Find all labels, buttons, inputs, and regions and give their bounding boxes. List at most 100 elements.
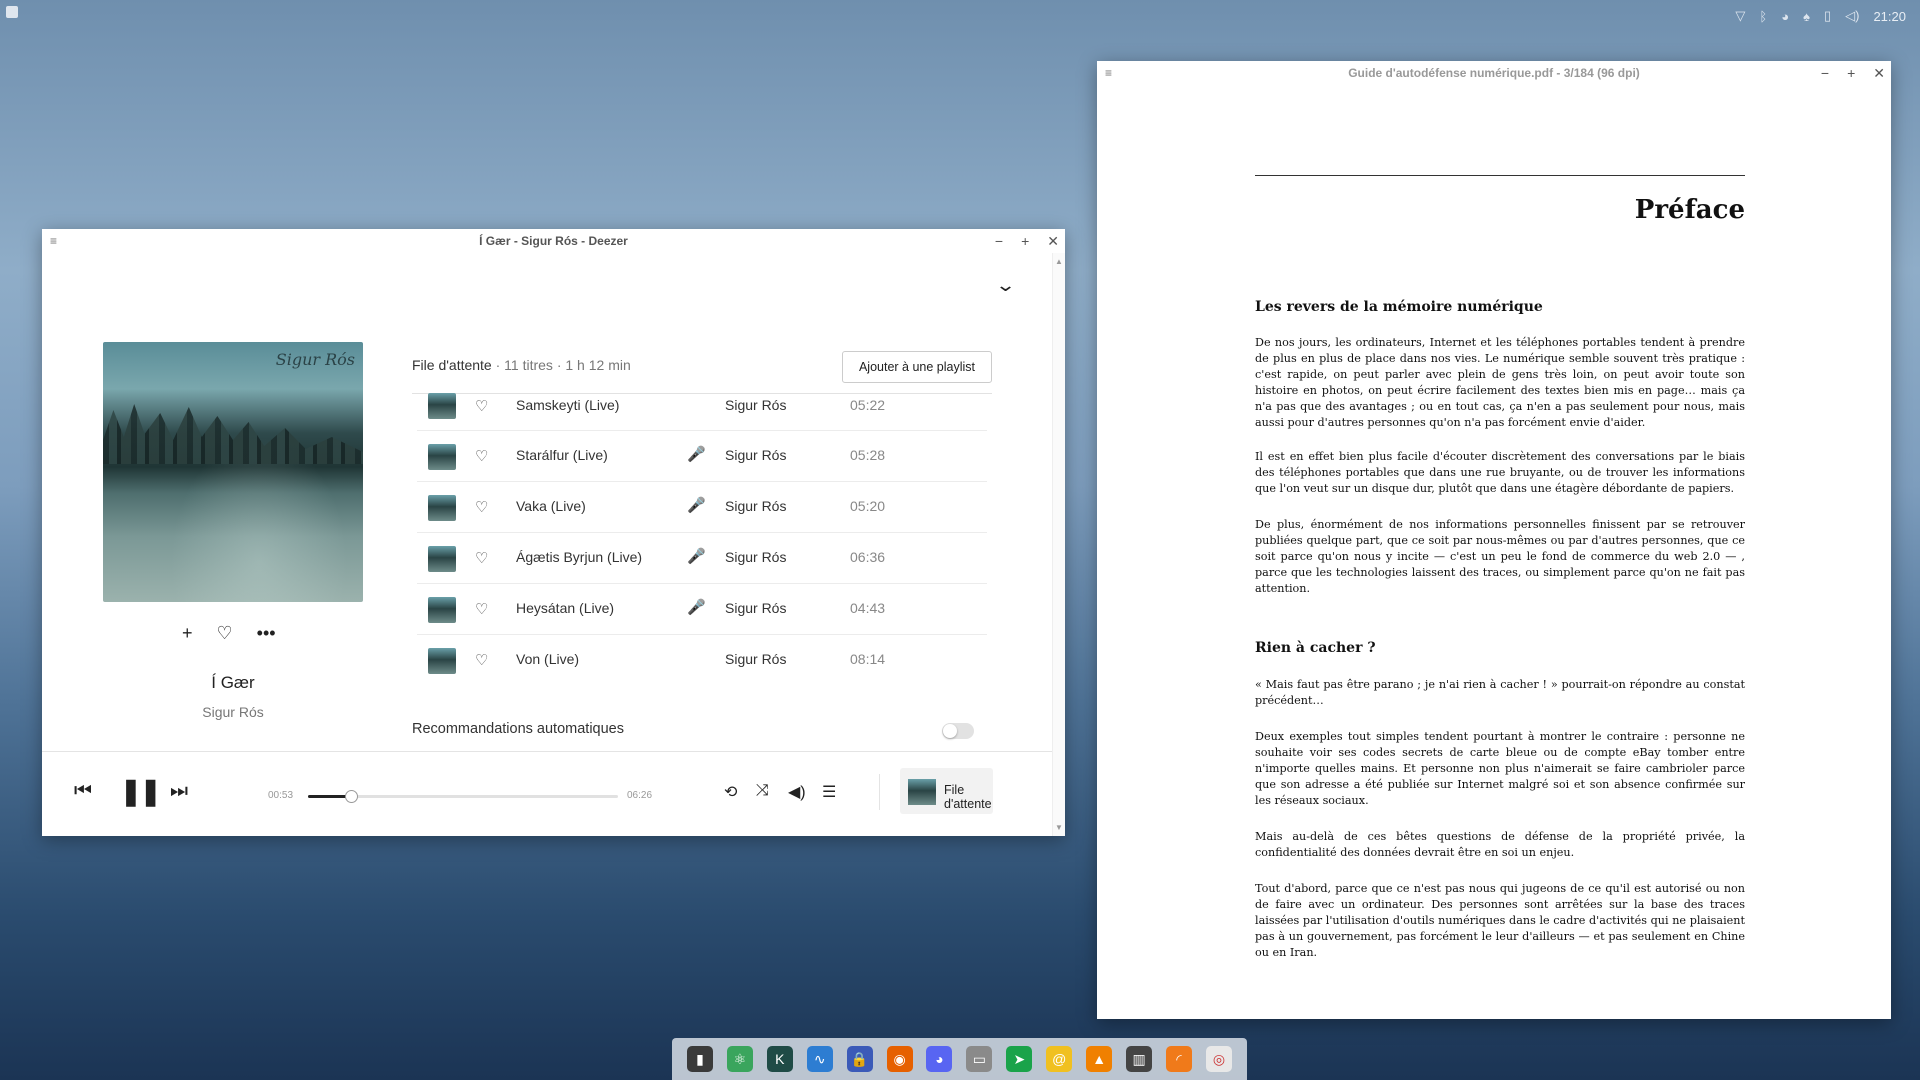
app-menu-icon[interactable] bbox=[6, 6, 18, 18]
minimize-button[interactable]: − bbox=[995, 229, 1003, 253]
queue-button[interactable]: File d'attente bbox=[900, 768, 993, 814]
deezer-titlebar[interactable]: ≡ Í Gær - Sigur Rós - Deezer − + ✕ bbox=[42, 229, 1065, 253]
favorite-heart-icon[interactable]: ♡ bbox=[475, 651, 488, 669]
files-icon[interactable]: ▭ bbox=[966, 1046, 993, 1072]
track-row[interactable]: ♡ Starálfur (Live) 🎤 Sigur Rós 05:28 bbox=[417, 431, 987, 482]
queue-meta: · 11 titres · 1 h 12 min bbox=[491, 357, 631, 373]
scrollbar[interactable]: ▲ ▼ bbox=[1052, 253, 1065, 836]
favorite-heart-icon[interactable]: ♡ bbox=[475, 498, 488, 516]
track-duration: 06:36 bbox=[850, 549, 886, 565]
total-time: 06:26 bbox=[627, 790, 653, 801]
track-duration: 08:14 bbox=[850, 651, 886, 667]
track-row[interactable]: ♡ Von (Live) Sigur Rós 08:14 bbox=[417, 635, 987, 686]
track-artist[interactable]: Sigur Rós bbox=[725, 549, 786, 565]
mail-icon[interactable]: @ bbox=[1046, 1046, 1073, 1072]
progress-handle[interactable] bbox=[345, 790, 359, 803]
track-thumbnail bbox=[428, 648, 456, 674]
atom-icon[interactable]: ⚛ bbox=[726, 1046, 753, 1072]
track-artist[interactable]: Sigur Rós bbox=[725, 498, 786, 514]
lock-icon[interactable]: 🔒 bbox=[846, 1046, 873, 1072]
scroll-up-icon[interactable]: ▲ bbox=[1055, 257, 1063, 266]
favorite-heart-icon[interactable]: ♡ bbox=[475, 549, 488, 567]
code-editor-icon[interactable]: K bbox=[766, 1046, 793, 1072]
more-options-icon[interactable]: ••• bbox=[257, 623, 276, 644]
lyrics-mic-icon[interactable]: 🎤 bbox=[687, 598, 706, 616]
equalizer-settings-icon[interactable]: ☰ bbox=[822, 782, 836, 802]
top-panel: ▽ ᛒ ◕ ♠ ▯ ◁) 21:20 bbox=[0, 0, 1920, 32]
track-artist[interactable]: Sigur Rós bbox=[725, 600, 786, 616]
recommendations-label: Recommandations automatiques bbox=[412, 721, 624, 737]
album-artist[interactable]: Sigur Rós bbox=[103, 704, 363, 720]
track-row[interactable]: ♡ Heysátan (Live) 🎤 Sigur Rós 04:43 bbox=[417, 584, 987, 635]
track-title[interactable]: Ágætis Byrjun (Live) bbox=[516, 549, 642, 565]
window-menu-icon[interactable]: ≡ bbox=[50, 229, 57, 253]
track-row[interactable]: ♡ Ágætis Byrjun (Live) 🎤 Sigur Rós 06:36 bbox=[417, 533, 987, 584]
dock: ▮ ⚛ K ∿ 🔒 ◉ ◕ ▭ ➤ @ ▲ ▥ ◜ ◎ bbox=[672, 1038, 1247, 1080]
rss-icon[interactable]: ◜ bbox=[1166, 1046, 1193, 1072]
track-artist[interactable]: Sigur Rós bbox=[725, 651, 786, 667]
audio-icon[interactable]: ∿ bbox=[806, 1046, 833, 1072]
window-title: Í Gær - Sigur Rós - Deezer bbox=[479, 234, 628, 248]
next-track-icon[interactable]: ⏭ bbox=[170, 780, 188, 803]
equalizer-icon[interactable]: ▥ bbox=[1126, 1046, 1153, 1072]
favorite-heart-icon[interactable]: ♡ bbox=[217, 623, 233, 644]
track-row[interactable]: ♡ Samskeyti (Live) Sigur Rós 05:22 bbox=[417, 393, 987, 431]
favorite-heart-icon[interactable]: ♡ bbox=[475, 600, 488, 618]
telegram-icon[interactable]: ➤ bbox=[1006, 1046, 1033, 1072]
discord-tray-icon[interactable]: ◕ bbox=[1781, 9, 1789, 24]
pause-icon[interactable]: ❚❚ bbox=[120, 776, 162, 807]
track-title[interactable]: Vaka (Live) bbox=[516, 498, 586, 514]
volume-icon[interactable]: ◁) bbox=[1845, 8, 1859, 24]
track-title[interactable]: Von (Live) bbox=[516, 651, 579, 667]
lyrics-mic-icon[interactable]: 🎤 bbox=[687, 547, 706, 565]
close-button[interactable]: ✕ bbox=[1873, 61, 1885, 85]
minimize-button[interactable]: − bbox=[1821, 61, 1829, 85]
recommendations-toggle[interactable] bbox=[942, 723, 974, 739]
previous-track-icon[interactable]: ⏮ bbox=[74, 780, 92, 803]
pdf-titlebar[interactable]: ≡ Guide d'autodéfense numérique.pdf - 3/… bbox=[1097, 61, 1891, 85]
maximize-button[interactable]: + bbox=[1021, 229, 1029, 253]
paragraph: Deux exemples tout simples tendent pourt… bbox=[1255, 730, 1745, 807]
album-cover[interactable]: Sigur Rós bbox=[103, 342, 363, 602]
lyrics-mic-icon[interactable]: 🎤 bbox=[687, 445, 706, 463]
track-thumbnail bbox=[428, 495, 456, 521]
favorite-heart-icon[interactable]: ♡ bbox=[475, 397, 488, 415]
track-artist[interactable]: Sigur Rós bbox=[725, 397, 786, 413]
bluetooth-icon[interactable]: ᛒ bbox=[1759, 9, 1767, 24]
collapse-chevron-icon[interactable]: ⌄ bbox=[995, 275, 1016, 296]
document-viewer-icon[interactable]: ◎ bbox=[1205, 1046, 1232, 1072]
pdf-page[interactable]: Préface Les revers de la mémoire numériq… bbox=[1097, 85, 1891, 1019]
favorite-heart-icon[interactable]: ♡ bbox=[475, 447, 488, 465]
track-title[interactable]: Heysátan (Live) bbox=[516, 600, 614, 616]
battery-icon[interactable]: ▯ bbox=[1824, 8, 1831, 24]
notification-icon[interactable]: ♠ bbox=[1803, 9, 1810, 24]
terminal-icon[interactable]: ▮ bbox=[686, 1046, 713, 1072]
album-actions: + ♡ ••• bbox=[182, 623, 276, 644]
paragraph: Il est en effet bien plus facile d'écout… bbox=[1255, 450, 1745, 495]
progress-bar[interactable] bbox=[308, 790, 618, 803]
add-to-playlist-button[interactable]: Ajouter à une playlist bbox=[842, 351, 992, 383]
repeat-icon[interactable]: ⟲ bbox=[724, 782, 737, 802]
scroll-down-icon[interactable]: ▼ bbox=[1055, 823, 1063, 832]
firefox-icon[interactable]: ◉ bbox=[886, 1046, 913, 1072]
track-title[interactable]: Starálfur (Live) bbox=[516, 447, 608, 463]
track-title[interactable]: Samskeyti (Live) bbox=[516, 397, 619, 413]
close-button[interactable]: ✕ bbox=[1047, 229, 1059, 253]
window-menu-icon[interactable]: ≡ bbox=[1105, 61, 1112, 85]
discord-icon[interactable]: ◕ bbox=[926, 1046, 953, 1072]
shuffle-icon[interactable]: ⤨ bbox=[756, 782, 769, 800]
track-artist[interactable]: Sigur Rós bbox=[725, 447, 786, 463]
current-time: 00:53 bbox=[268, 790, 294, 801]
maximize-button[interactable]: + bbox=[1847, 61, 1855, 85]
add-icon[interactable]: + bbox=[182, 623, 193, 644]
vlc-icon[interactable]: ▲ bbox=[1086, 1046, 1113, 1072]
wifi-icon[interactable]: ▽ bbox=[1735, 8, 1745, 24]
volume-icon[interactable]: ◀) bbox=[788, 782, 806, 802]
paragraph: Mais au-delà de ces bêtes questions de d… bbox=[1255, 830, 1745, 859]
paragraph: « Mais faut pas être parano ; je n'ai ri… bbox=[1255, 678, 1745, 707]
track-row[interactable]: ♡ Vaka (Live) 🎤 Sigur Rós 05:20 bbox=[417, 482, 987, 533]
clock[interactable]: 21:20 bbox=[1873, 9, 1906, 24]
track-thumbnail bbox=[428, 393, 456, 419]
section-heading: Les revers de la mémoire numérique bbox=[1255, 299, 1543, 315]
lyrics-mic-icon[interactable]: 🎤 bbox=[687, 496, 706, 514]
